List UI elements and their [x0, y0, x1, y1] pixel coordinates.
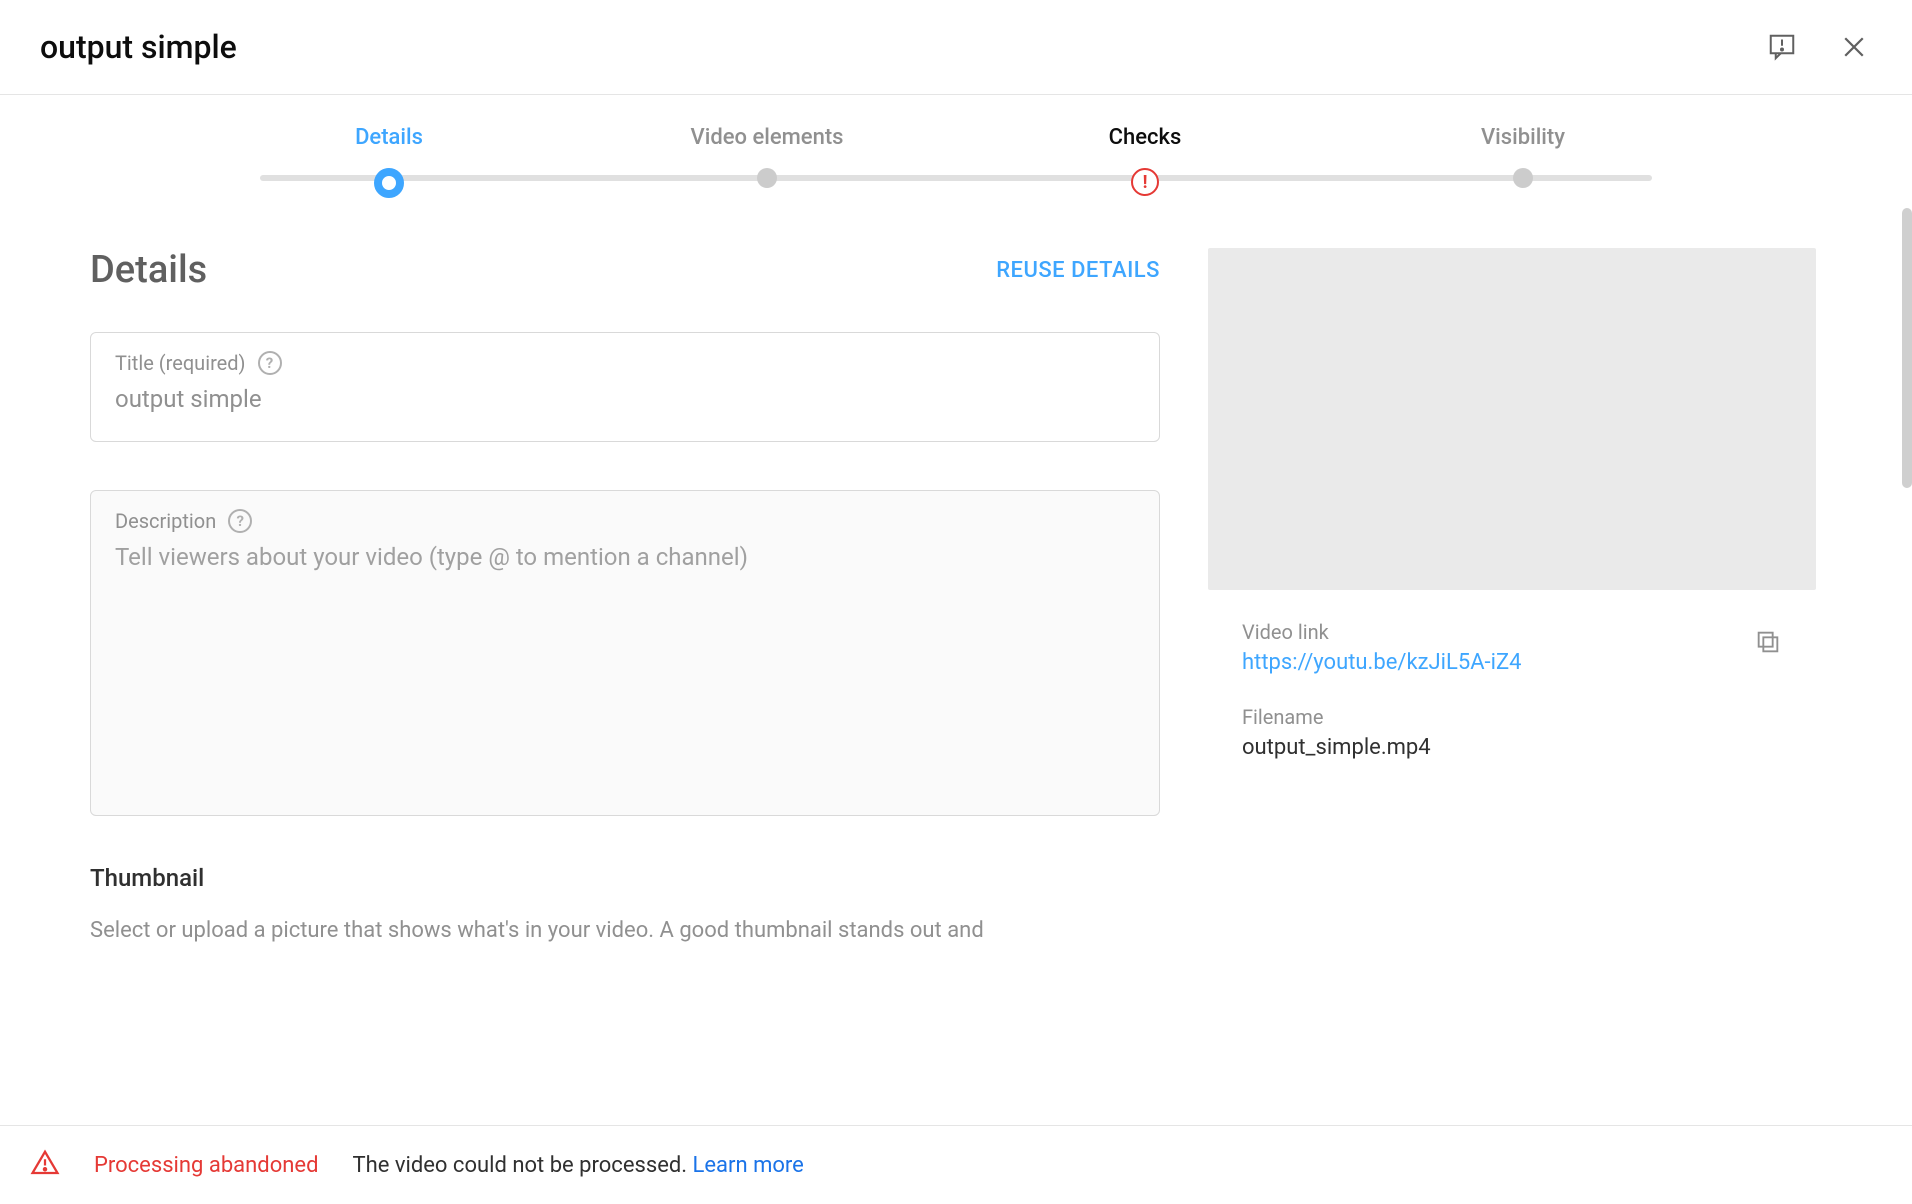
dialog-title: output simple: [40, 28, 237, 66]
footer-bar: Processing abandoned The video could not…: [0, 1125, 1912, 1204]
description-placeholder: Tell viewers about your video (type @ to…: [115, 543, 1135, 571]
section-heading: Details: [90, 248, 207, 292]
reuse-details-button[interactable]: REUSE DETAILS: [996, 258, 1160, 283]
filename-label: Filename: [1242, 705, 1782, 729]
video-preview: [1208, 248, 1816, 590]
upload-stepper: Details Video elements Checks ! Visibili…: [0, 95, 1912, 208]
step-indicator: [757, 168, 777, 188]
step-indicator: [1513, 168, 1533, 188]
video-link-block: Video link https://youtu.be/kzJiL5A-iZ4: [1242, 620, 1522, 675]
processing-message: The video could not be processed. Learn …: [352, 1153, 803, 1178]
learn-more-link[interactable]: Learn more: [693, 1153, 804, 1178]
warning-icon: [30, 1148, 60, 1182]
filename-row: Filename output_simple.mp4: [1242, 705, 1782, 760]
dialog-header: output simple: [0, 0, 1912, 95]
step-video-elements[interactable]: Video elements: [578, 125, 956, 188]
video-link-label: Video link: [1242, 620, 1522, 644]
title-label-row: Title (required) ?: [115, 351, 1135, 375]
filename-value: output_simple.mp4: [1242, 735, 1782, 760]
copy-icon[interactable]: [1754, 628, 1782, 660]
title-input[interactable]: output simple: [115, 385, 1135, 413]
step-label: Details: [355, 125, 423, 150]
description-label-row: Description ?: [115, 509, 1135, 533]
step-indicator-error: !: [1131, 168, 1159, 196]
step-label: Video elements: [691, 125, 844, 150]
close-icon[interactable]: [1836, 29, 1872, 65]
step-visibility[interactable]: Visibility: [1334, 125, 1712, 188]
step-label: Visibility: [1481, 125, 1565, 150]
details-header-row: Details REUSE DETAILS: [90, 248, 1160, 292]
description-field[interactable]: Description ? Tell viewers about your vi…: [90, 490, 1160, 816]
video-info-panel: Video link https://youtu.be/kzJiL5A-iZ4 …: [1208, 590, 1816, 790]
side-column: Video link https://youtu.be/kzJiL5A-iZ4 …: [1208, 248, 1816, 1152]
description-label: Description: [115, 509, 216, 533]
title-field[interactable]: Title (required) ? output simple: [90, 332, 1160, 442]
help-icon[interactable]: ?: [228, 509, 252, 533]
video-link-row: Video link https://youtu.be/kzJiL5A-iZ4: [1242, 620, 1782, 675]
scrollbar[interactable]: [1902, 208, 1912, 488]
header-actions: [1764, 29, 1872, 65]
step-indicator-active: [374, 168, 404, 198]
step-details[interactable]: Details: [200, 125, 578, 198]
video-link[interactable]: https://youtu.be/kzJiL5A-iZ4: [1242, 650, 1522, 675]
help-icon[interactable]: ?: [258, 351, 282, 375]
title-label: Title (required): [115, 351, 246, 375]
step-label: Checks: [1109, 125, 1182, 150]
main-column: Details REUSE DETAILS Title (required) ?…: [90, 248, 1160, 1152]
content-area: Details REUSE DETAILS Title (required) ?…: [0, 208, 1912, 1152]
thumbnail-heading: Thumbnail: [90, 864, 1160, 892]
processing-message-text: The video could not be processed.: [352, 1153, 692, 1178]
processing-status: Processing abandoned: [94, 1153, 318, 1178]
step-checks[interactable]: Checks !: [956, 125, 1334, 196]
feedback-icon[interactable]: [1764, 29, 1800, 65]
thumbnail-description: Select or upload a picture that shows wh…: [90, 914, 1160, 947]
